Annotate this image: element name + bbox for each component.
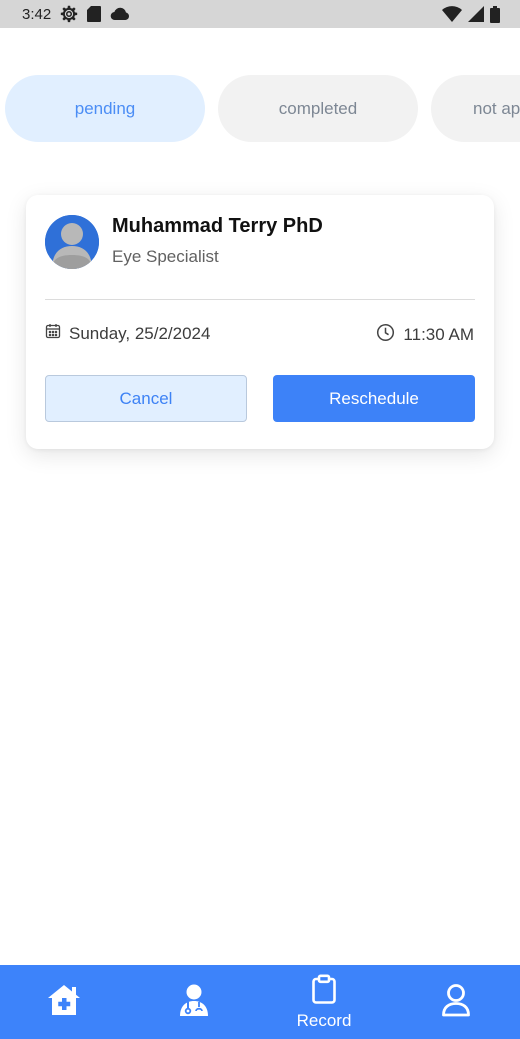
calendar-icon	[45, 323, 61, 344]
profile-icon	[441, 983, 471, 1022]
cancel-button-label: Cancel	[119, 388, 173, 408]
sd-card-icon	[87, 6, 102, 22]
nav-home[interactable]	[34, 965, 94, 1039]
appointment-date: Sunday, 25/2/2024	[45, 323, 210, 344]
divider	[45, 299, 475, 300]
tab-not-approved[interactable]: not ap	[431, 75, 520, 142]
bottom-navigation: Record	[0, 965, 520, 1039]
wifi-icon	[442, 6, 462, 22]
cloud-icon	[110, 7, 130, 21]
tab-label: not ap	[473, 98, 520, 118]
tab-pending[interactable]: pending	[5, 75, 205, 142]
tab-completed[interactable]: completed	[218, 75, 418, 142]
doctor-icon	[178, 983, 210, 1022]
home-plus-icon	[45, 983, 83, 1022]
signal-icon	[468, 6, 484, 22]
nav-doctors[interactable]	[164, 965, 224, 1039]
settings-gear-icon	[60, 5, 78, 23]
status-bar: 3:42	[0, 0, 520, 28]
doctor-specialty: Eye Specialist	[112, 247, 219, 266]
clock-icon	[376, 323, 395, 347]
cancel-button[interactable]: Cancel	[45, 375, 247, 422]
tab-label: completed	[278, 98, 358, 118]
battery-icon	[490, 5, 500, 23]
appointment-time: 11:30 AM	[376, 323, 474, 347]
tab-label: pending	[74, 98, 136, 118]
nav-record-label: Record	[296, 1010, 352, 1030]
time-text: 11:30 AM	[403, 325, 474, 344]
doctor-name: Muhammad Terry PhD	[112, 215, 323, 237]
status-filter-tabs: pending completed not ap	[0, 75, 520, 142]
status-time: 3:42	[22, 5, 52, 23]
reschedule-button-label: Reschedule	[329, 388, 419, 408]
appointment-card: Muhammad Terry PhD Eye Specialist Sunday…	[26, 195, 494, 449]
clipboard-icon	[311, 973, 337, 1009]
date-text: Sunday, 25/2/2024	[69, 323, 211, 343]
nav-profile[interactable]	[426, 965, 486, 1039]
nav-record[interactable]: Record	[286, 965, 362, 1039]
reschedule-button[interactable]: Reschedule	[273, 375, 475, 422]
avatar	[45, 215, 99, 269]
